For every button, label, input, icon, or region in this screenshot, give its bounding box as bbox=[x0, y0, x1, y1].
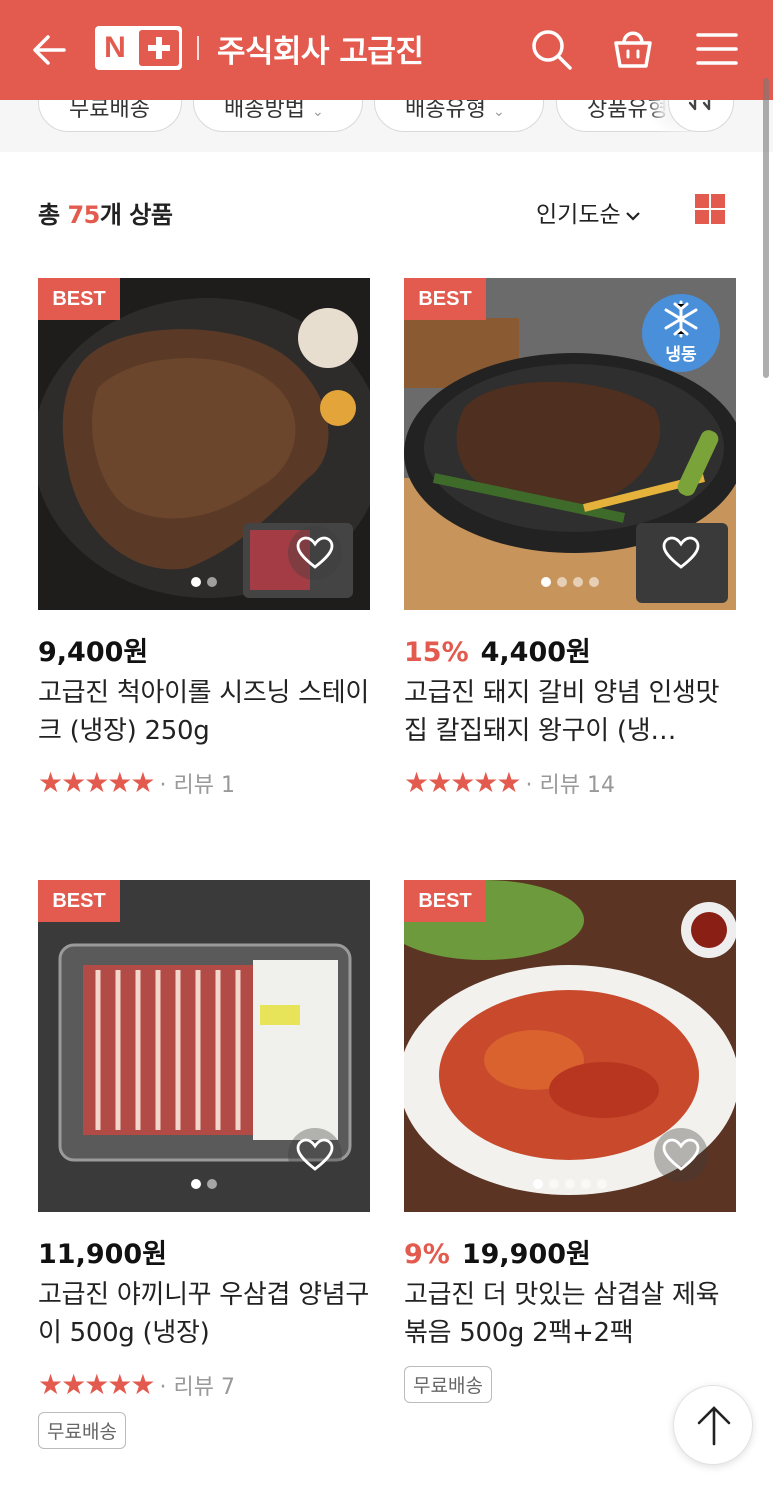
image-carousel-dots bbox=[38, 572, 370, 591]
product-image[interactable]: BEST bbox=[404, 880, 736, 1212]
best-badge: BEST bbox=[38, 880, 120, 922]
free-shipping-badge: 무료배송 bbox=[38, 1412, 126, 1449]
sort-label: 인기도순 bbox=[536, 202, 621, 228]
list-toolbar: 총 75개 상품 인기도순 bbox=[0, 152, 773, 252]
sale-price: 4,400원 bbox=[480, 637, 591, 668]
product-image[interactable]: BEST 냉동 bbox=[404, 278, 736, 610]
chevron-down-icon bbox=[625, 211, 640, 221]
scroll-to-top-button[interactable] bbox=[673, 1385, 753, 1465]
page-scrollbar[interactable] bbox=[763, 78, 769, 378]
sale-price: 19,900원 bbox=[461, 1239, 591, 1270]
sale-price: 11,900원 bbox=[38, 1239, 168, 1270]
rating: ★★★★★ · 리뷰 1 bbox=[38, 766, 370, 799]
product-name[interactable]: 고급진 야끼니꾸 우삼겹 양념구이 500g (냉장) bbox=[38, 1276, 370, 1352]
product-count: 총 75개 상품 bbox=[38, 201, 173, 229]
rating: ★★★★★ · 리뷰 14 bbox=[404, 766, 736, 799]
product-card[interactable]: BEST 9% 19,900원 고급진 더 맛있는 삼겹살 제육볶음 500g 2… bbox=[404, 880, 736, 1403]
menu-icon[interactable] bbox=[694, 26, 740, 72]
product-card[interactable]: BEST 11,900원 고급진 야끼니꾸 우삼겹 양념구이 500g (냉장)… bbox=[38, 880, 370, 1449]
sort-dropdown[interactable]: 인기도순 bbox=[536, 195, 641, 229]
frozen-label: 냉동 bbox=[665, 345, 697, 365]
store-title[interactable]: 주식회사 고급진 bbox=[217, 26, 424, 71]
logo-letter: N bbox=[104, 31, 126, 64]
best-badge: BEST bbox=[404, 880, 486, 922]
header-divider bbox=[197, 36, 199, 60]
chevron-down-icon: ⌄ bbox=[492, 104, 505, 120]
free-shipping-badge: 무료배송 bbox=[404, 1366, 492, 1403]
back-arrow-icon[interactable] bbox=[28, 28, 72, 72]
star-rating-icon: ★★★★★ bbox=[404, 766, 522, 799]
review-count: · 리뷰 1 bbox=[159, 772, 235, 798]
search-icon[interactable] bbox=[528, 26, 574, 72]
top-header: N 주식회사 고급진 bbox=[0, 0, 773, 100]
discount-rate: 9% bbox=[404, 1239, 450, 1270]
snowflake-icon bbox=[664, 300, 698, 338]
logo-plus-icon bbox=[139, 30, 179, 66]
star-rating-icon: ★★★★★ bbox=[38, 766, 156, 799]
best-badge: BEST bbox=[404, 278, 486, 320]
product-image[interactable]: BEST bbox=[38, 278, 370, 610]
rating: ★★★★★ · 리뷰 7 bbox=[38, 1368, 370, 1401]
chevron-down-icon: ⌄ bbox=[311, 104, 324, 120]
product-name[interactable]: 고급진 돼지 갈비 양념 인생맛집 칼집돼지 왕구이 (냉… bbox=[404, 674, 736, 750]
star-rating-icon: ★★★★★ bbox=[38, 1368, 156, 1401]
price: 9% 19,900원 bbox=[404, 1232, 736, 1270]
shopping-bag-icon[interactable] bbox=[610, 26, 656, 72]
sale-price: 9,400원 bbox=[38, 637, 149, 668]
filter-label: 무료배송 bbox=[69, 97, 150, 122]
image-carousel-dots bbox=[38, 1174, 370, 1193]
filter-label: 상품유형 bbox=[587, 97, 668, 122]
best-badge: BEST bbox=[38, 278, 120, 320]
review-count: · 리뷰 14 bbox=[525, 772, 615, 798]
grid-view-icon[interactable] bbox=[695, 194, 725, 224]
product-image[interactable]: BEST bbox=[38, 880, 370, 1212]
product-name[interactable]: 고급진 척아이롤 시즈닝 스테이크 (냉장) 250g bbox=[38, 674, 370, 750]
frozen-badge: 냉동 bbox=[642, 294, 720, 372]
review-count: · 리뷰 7 bbox=[159, 1374, 235, 1400]
product-name[interactable]: 고급진 더 맛있는 삼겹살 제육볶음 500g 2팩+2팩 bbox=[404, 1276, 736, 1352]
filter-label: 배송유형 bbox=[405, 97, 486, 122]
discount-rate: 15% bbox=[404, 637, 469, 668]
product-count-number: 75 bbox=[67, 201, 100, 229]
price: 15% 4,400원 bbox=[404, 630, 736, 668]
price: 11,900원 bbox=[38, 1232, 370, 1270]
product-card[interactable]: BEST 냉동 15% 4,400원 고급진 돼지 갈비 양념 인생맛집 칼집돼지… bbox=[404, 278, 736, 799]
product-card[interactable]: BEST 9,400원 고급진 척아이롤 시즈닝 스테이크 (냉장) 250g … bbox=[38, 278, 370, 799]
brand-logo[interactable]: N bbox=[95, 26, 182, 70]
price: 9,400원 bbox=[38, 630, 370, 668]
filter-label: 배송방법 bbox=[224, 97, 305, 122]
image-carousel-dots bbox=[404, 572, 736, 591]
arrow-up-icon bbox=[697, 1406, 731, 1446]
image-carousel-dots bbox=[404, 1174, 736, 1193]
